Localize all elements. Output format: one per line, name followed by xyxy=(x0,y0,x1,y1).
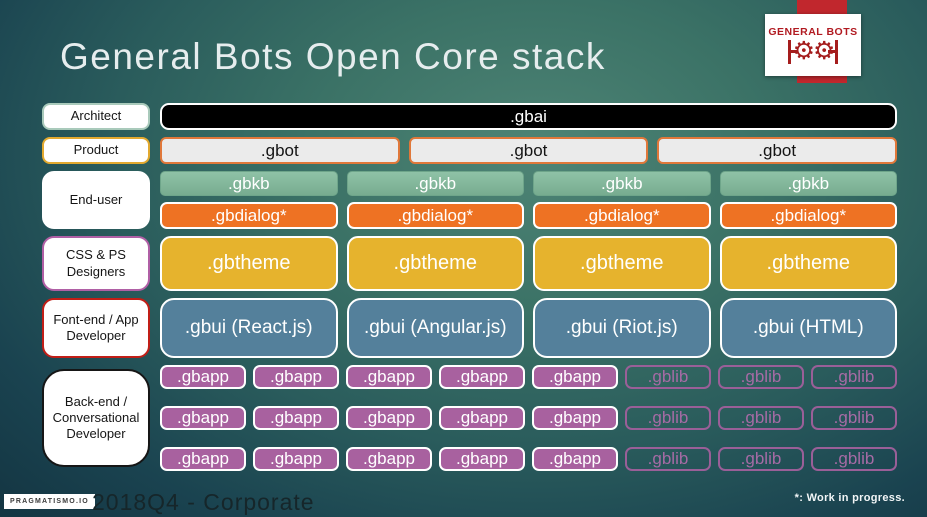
gblib-box: .gblib xyxy=(718,406,804,430)
stack-box-gbui-riot: .gbui (Riot.js) xyxy=(533,298,711,358)
gbapp-box: .gbapp xyxy=(253,406,339,430)
row-label-end-user: End-user xyxy=(42,171,150,229)
logo-card: GENERAL BOTS ⚙⚙ xyxy=(765,14,861,76)
stack-box-gbdialog: .gbdialog* xyxy=(346,202,524,229)
gbapp-box: .gbapp xyxy=(253,447,339,471)
gblib-box: .gblib xyxy=(811,447,897,471)
gblib-box: .gblib xyxy=(625,406,711,430)
stack-box-gbot: .gbot xyxy=(657,137,898,164)
stack-diagram: Architect .gbai Product .gbot .gbot .gbo… xyxy=(42,103,898,471)
gbapp-box: .gbapp xyxy=(439,365,525,389)
gbapp-box: .gbapp xyxy=(346,365,432,389)
work-in-progress-note: *: Work in progress. xyxy=(794,492,905,504)
gbapp-box: .gbapp xyxy=(160,447,246,471)
band-backend: Back-end / Conversational Developer .gba… xyxy=(42,365,897,471)
gbapp-box: .gbapp xyxy=(532,447,618,471)
gblib-box: .gblib xyxy=(718,365,804,389)
gblib-box: .gblib xyxy=(811,406,897,430)
page-title: General Bots Open Core stack xyxy=(60,36,606,77)
gear-glyphs-icon: ⚙⚙ xyxy=(792,37,836,65)
slide: General Bots Open Core stack GENERAL BOT… xyxy=(0,0,927,517)
stack-box-gbkb: .gbkb xyxy=(160,171,338,196)
stack-box-gbkb: .gbkb xyxy=(346,171,524,196)
row-label-backend: Back-end / Conversational Developer xyxy=(42,369,150,467)
stack-box-gbui-react: .gbui (React.js) xyxy=(160,298,338,358)
stack-box-gbot: .gbot xyxy=(408,137,649,164)
gbapp-box: .gbapp xyxy=(346,406,432,430)
row-label-designers: CSS & PS Designers xyxy=(42,236,150,291)
gblib-box: .gblib xyxy=(811,365,897,389)
stack-box-gbai: .gbai xyxy=(160,103,897,130)
general-bots-logo: GENERAL BOTS ⚙⚙ xyxy=(765,0,871,96)
stack-box-gbot: .gbot xyxy=(160,137,400,164)
stack-box-gbui-angular: .gbui (Angular.js) xyxy=(346,298,524,358)
gbapp-box: .gbapp xyxy=(439,447,525,471)
gbapp-box: .gbapp xyxy=(160,365,246,389)
stack-box-gbdialog: .gbdialog* xyxy=(160,202,338,229)
stack-box-gbtheme: .gbtheme xyxy=(346,236,524,291)
gbapp-box: .gbapp xyxy=(160,406,246,430)
stack-box-gbkb: .gbkb xyxy=(533,171,711,196)
row-label-architect: Architect xyxy=(42,103,150,130)
gbapp-box: .gbapp xyxy=(532,365,618,389)
stack-box-gbdialog: .gbdialog* xyxy=(533,202,711,229)
stack-box-gbui-html: .gbui (HTML) xyxy=(719,298,897,358)
gblib-box: .gblib xyxy=(625,447,711,471)
stack-box-gbtheme: .gbtheme xyxy=(533,236,711,291)
stack-box-gbkb: .gbkb xyxy=(719,171,897,196)
band-product: Product .gbot .gbot .gbot xyxy=(42,137,898,164)
stack-box-gbtheme: .gbtheme xyxy=(719,236,897,291)
stack-box-gbdialog: .gbdialog* xyxy=(719,202,897,229)
gear-tick-right-icon xyxy=(828,39,839,64)
row-label-frontend: Font-end / App Developer xyxy=(42,298,150,358)
band-frontend: Font-end / App Developer .gbui (React.js… xyxy=(42,298,897,358)
gbapp-box: .gbapp xyxy=(439,406,525,430)
band-end-user: End-user .gbkb .gbkb .gbkb .gbkb .gbdial… xyxy=(42,171,897,229)
row-label-product: Product xyxy=(42,137,150,164)
gbapp-box: .gbapp xyxy=(346,447,432,471)
gbapp-box: .gbapp xyxy=(253,365,339,389)
gear-tick-left-icon xyxy=(787,39,798,64)
band-architect: Architect .gbai xyxy=(42,103,897,130)
footer-caption: 2018Q4 - Corporate xyxy=(92,489,315,515)
gbapp-box: .gbapp xyxy=(532,406,618,430)
gears-icon: ⚙⚙ xyxy=(787,37,839,65)
gblib-box: .gblib xyxy=(718,447,804,471)
stack-box-gbtheme: .gbtheme xyxy=(160,236,338,291)
pragmatismo-brand-badge: PRAGMATISMO.IO xyxy=(4,494,95,509)
band-designers: CSS & PS Designers .gbtheme .gbtheme .gb… xyxy=(42,236,897,291)
gblib-box: .gblib xyxy=(625,365,711,389)
